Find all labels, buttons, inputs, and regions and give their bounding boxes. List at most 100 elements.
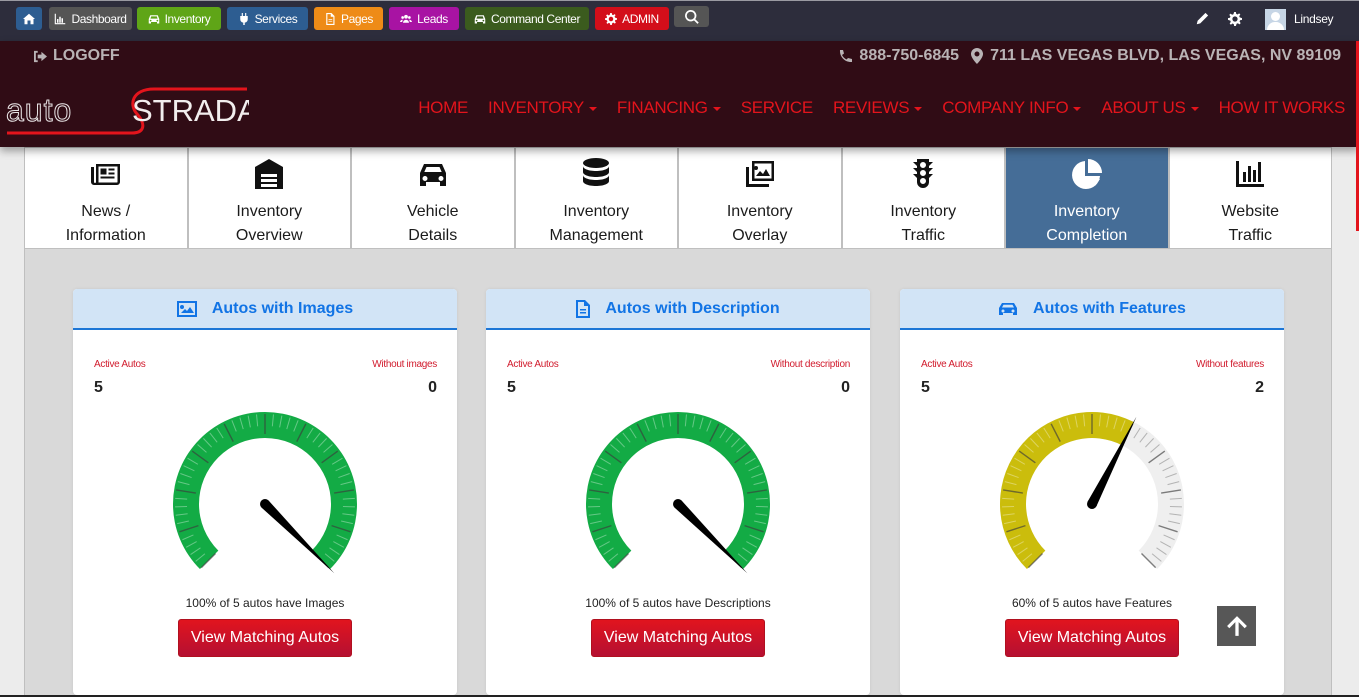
tab-label-line1: Inventory [890,203,957,220]
tab-inventory-overview[interactable]: Inventory Overview [189,148,352,248]
card-header: Autos with Description [486,289,870,330]
card-stats: Active Autos Without description 5 0 [486,330,870,400]
without-value: 0 [841,379,850,396]
settings-button[interactable] [1228,1,1242,37]
tab-label-line2: Information [65,227,146,244]
without-label: Without images [372,359,437,370]
view-matching-autos-button[interactable]: View Matching Autos [178,619,352,657]
card-title: Autos with Features [1033,299,1186,317]
logo-text-light: auto [6,92,72,128]
file-icon [326,12,335,25]
gauge-fill [1000,412,1134,570]
admin-search-button[interactable] [674,6,709,27]
active-autos-label: Active Autos [94,359,146,370]
active-autos-label: Active Autos [921,359,973,370]
admin-command-center-label: Command Center [490,11,581,26]
tab-label-line2: Overview [235,227,303,244]
admin-services-button[interactable]: Services [227,7,308,30]
nav-about-us[interactable]: ABOUT US [1101,98,1199,118]
admin-inventory-button[interactable]: Inventory [137,7,221,30]
main-navigation: HOME INVENTORY FINANCING SERVICE REVIEWS COMP… [418,98,1345,118]
tab-inventory-completion[interactable]: Inventory Completion [1006,148,1170,248]
admin-home-button[interactable] [16,7,42,30]
card-header: Autos with Features [900,289,1284,330]
tab-label-line2: Management [549,227,643,244]
edit-button[interactable] [1195,1,1209,37]
logoff-label: LOGOFF [53,47,120,64]
warehouse-icon [255,159,284,189]
card-title: Autos with Images [211,299,354,317]
address: 711 LAS VEGAS BLVD, LAS VEGAS, NV 89109 [990,47,1341,64]
nav-label: HOW IT WORKS [1218,98,1346,117]
nav-label: SERVICE [740,98,814,117]
gauge-fill [173,412,357,570]
phone-icon [840,50,853,63]
scroll-to-top-button[interactable] [1217,606,1256,646]
tab-inventory-traffic[interactable]: Inventory Traffic [843,148,1006,248]
active-autos-value: 5 [921,379,930,396]
nav-how-it-works[interactable]: HOW IT WORKS [1218,98,1346,118]
nav-home[interactable]: HOME [418,98,468,118]
caret-down-icon [914,107,923,111]
admin-services-label: Services [254,11,298,26]
contact-info: 888-750-6845 711 LAS VEGAS BLVD, LAS VEG… [838,47,1341,65]
site-header: LOGOFF 888-750-6845 711 LAS VEGAS BLVD, … [0,41,1359,147]
completion-caption: 100% of 5 autos have Images [185,596,345,610]
nav-label: ABOUT US [1101,98,1186,117]
gauge-needle-hub [1087,499,1097,509]
nav-inventory[interactable]: INVENTORY [488,98,597,118]
map-marker-icon [971,48,984,64]
tab-inventory-overlay[interactable]: Inventory Overlay [679,148,843,248]
caret-down-icon [1073,107,1082,111]
tab-news-information[interactable]: News / Information [25,148,189,248]
pie-chart-icon [1071,159,1102,189]
traffic-light-icon [913,159,934,188]
without-value: 2 [1255,379,1264,396]
view-matching-autos-button[interactable]: View Matching Autos [591,619,765,657]
gauge-fill [586,412,770,570]
tab-inventory-management[interactable]: Inventory Management [516,148,679,248]
gear-icon [1228,12,1242,26]
user-menu[interactable]: Lindsey [1265,1,1334,37]
tab-label-line2: Completion [1046,227,1128,244]
admin-leads-label: Leads [417,11,448,26]
tab-vehicle-details[interactable]: Vehicle Details [352,148,516,248]
document-icon [576,299,591,318]
car-icon [419,164,446,186]
user-name: Lindsey [1294,12,1334,26]
tab-website-traffic[interactable]: Website Traffic [1170,148,1332,248]
admin-admin-label: ADMIN [622,11,659,26]
bar-chart-icon [55,13,66,24]
tab-label-line1: Inventory [726,203,793,220]
avatar [1265,8,1286,30]
active-autos-value: 5 [507,379,516,396]
admin-command-center-button[interactable]: Command Center [465,7,589,30]
card-stats: Active Autos Without features 5 2 [900,330,1284,400]
active-autos-value: 5 [94,379,103,396]
nav-financing[interactable]: FINANCING [617,98,721,118]
admin-toolbar: Dashboard Inventory Services Pages Leads… [0,0,1359,41]
without-label: Without features [1195,359,1264,370]
caret-down-icon [712,107,721,111]
view-matching-autos-button[interactable]: View Matching Autos [1005,619,1179,657]
nav-company-info[interactable]: COMPANY INFO [942,98,1082,118]
phone-number[interactable]: 888-750-6845 [859,47,959,65]
admin-pages-button[interactable]: Pages [314,7,383,30]
autostrada-logo[interactable]: auto STRADA [4,85,249,135]
bar-chart-icon [1236,161,1265,187]
nav-label: HOME [418,98,469,117]
images-card: Autos with Images Active Autos Without i… [73,289,457,695]
description-card: Autos with Description Active Autos With… [486,289,870,695]
tab-label-line1: Website [1221,203,1279,220]
completion-caption: 100% of 5 autos have Descriptions [585,596,771,610]
nav-reviews[interactable]: REVIEWS [833,98,923,118]
admin-admin-button[interactable]: ADMIN [595,7,669,30]
users-icon [400,14,413,23]
logoff-link[interactable]: LOGOFF [33,47,120,65]
completion-content: Autos with Images Active Autos Without i… [24,249,1332,697]
admin-leads-button[interactable]: Leads [389,7,459,30]
gear-icon [605,12,618,25]
admin-dashboard-button[interactable]: Dashboard [49,7,132,30]
completion-gauge [1000,412,1184,570]
nav-service[interactable]: SERVICE [740,98,814,118]
